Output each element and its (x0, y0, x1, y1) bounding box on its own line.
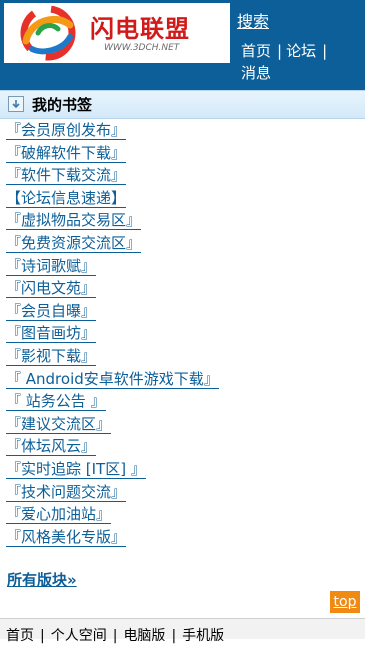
all-boards-link[interactable]: 所有版块» (7, 569, 77, 590)
nav-messages-link[interactable]: 消息 (241, 64, 271, 82)
footer-bar: 首页 | 个人空间 | 电脑版 | 手机版 (0, 618, 365, 644)
header-bar: 闪电联盟 WWW.3DCH.NET 搜索 首页 | 论坛 | 消息 (0, 0, 365, 90)
footer-links: 首页 | 个人空间 | 电脑版 | 手机版 (6, 625, 224, 645)
forum-link[interactable]: 『技术问题交流』 (6, 482, 361, 505)
footer-separator: | (171, 628, 177, 644)
nav-separator: | (277, 42, 283, 60)
forum-link[interactable]: 『建议交流区』 (6, 414, 361, 437)
forum-link[interactable]: 『图音画坊』 (6, 323, 361, 346)
down-arrow-icon (8, 96, 24, 112)
forum-link[interactable]: 『体坛风云』 (6, 436, 361, 459)
forum-link[interactable]: 『诗词歌赋』 (6, 256, 361, 279)
forum-link[interactable]: 『实时追踪 [IT区] 』 (6, 459, 361, 482)
footer-desktop-link[interactable]: 电脑版 (123, 628, 165, 644)
section-title: 我的书签 (32, 96, 93, 114)
footer-mobile-link[interactable]: 手机版 (182, 628, 224, 644)
bookmark-forum-list: 『会员原创发布』 『破解软件下载』 『软件下载交流』 【论坛信息速递】 『虚拟物… (6, 120, 361, 549)
nav-home-link[interactable]: 首页 (241, 42, 271, 60)
forum-link[interactable]: 『影视下载』 (6, 346, 361, 369)
footer-home-link[interactable]: 首页 (6, 628, 34, 644)
footer-separator: | (112, 628, 118, 644)
search-link[interactable]: 搜索 (237, 8, 269, 32)
swirl-logo-icon (20, 5, 76, 61)
forum-link[interactable]: 『会员原创发布』 (6, 120, 361, 143)
site-logo[interactable]: 闪电联盟 WWW.3DCH.NET (4, 3, 230, 63)
footer-separator: | (40, 628, 45, 644)
forum-link[interactable]: 『软件下载交流』 (6, 165, 361, 188)
nav-forum-link[interactable]: 论坛 (286, 42, 316, 60)
forum-link[interactable]: 『爱心加油站』 (6, 504, 361, 527)
forum-link[interactable]: 【论坛信息速递】 (6, 188, 361, 211)
forum-link[interactable]: 『闪电文苑』 (6, 278, 361, 301)
logo-title: 闪电联盟 (90, 15, 190, 43)
forum-link[interactable]: 『虚拟物品交易区』 (6, 210, 361, 233)
forum-link[interactable]: 『风格美化专版』 (6, 527, 361, 550)
back-to-top-button[interactable]: top (330, 591, 360, 613)
forum-link[interactable]: 『 站务公告 』 (6, 391, 361, 414)
forum-link[interactable]: 『免费资源交流区』 (6, 233, 361, 256)
logo-subtitle: WWW.3DCH.NET (104, 43, 180, 53)
forum-link[interactable]: 『破解软件下载』 (6, 143, 361, 166)
footer-space-link[interactable]: 个人空间 (51, 628, 107, 644)
nav-separator: | (322, 42, 328, 60)
forum-link[interactable]: 『会员自曝』 (6, 301, 361, 324)
top-nav: 首页 | 论坛 | 消息 (241, 40, 361, 84)
forum-link[interactable]: 『 Android安卓软件游戏下载』 (6, 369, 361, 392)
section-header: 我的书签 (0, 90, 365, 119)
